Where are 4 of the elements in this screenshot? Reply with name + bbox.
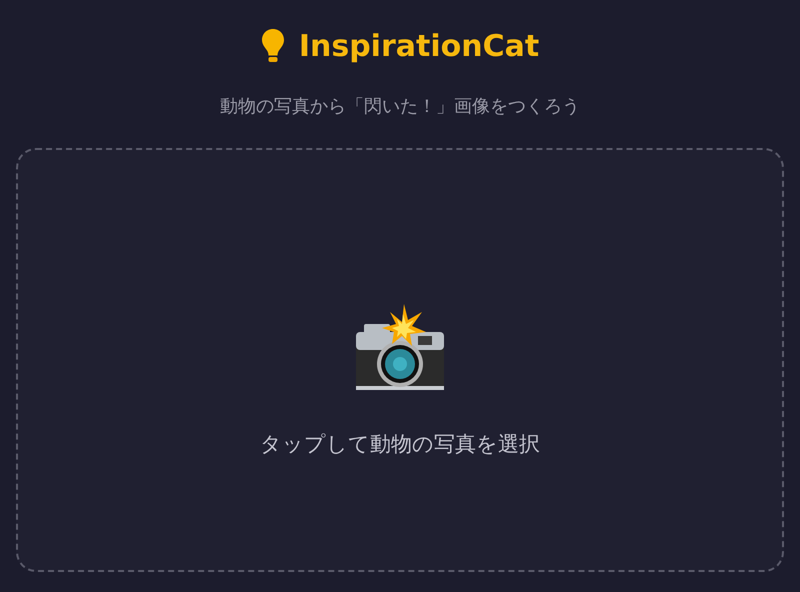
subtitle: 動物の写真から「閃いた！」画像をつくろう [220,95,580,118]
photo-upload-area[interactable]: タップして動物の写真を選択 [16,148,784,572]
lightbulb-icon [260,28,285,64]
app-title: InspirationCat [298,28,540,64]
